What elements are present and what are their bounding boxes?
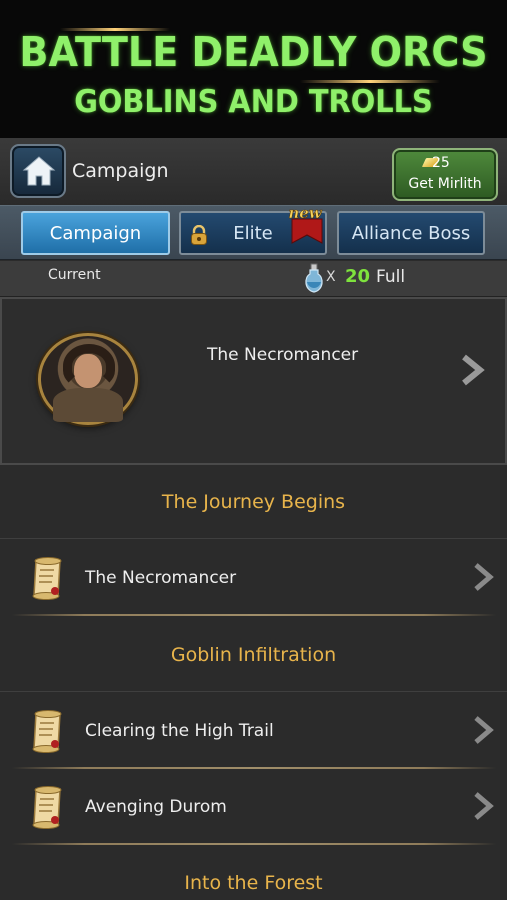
tab-elite-label: Elite bbox=[233, 222, 273, 244]
new-badge: new bbox=[288, 205, 323, 244]
divider bbox=[0, 691, 507, 692]
scroll-icon bbox=[32, 710, 62, 753]
lock-icon bbox=[191, 225, 207, 245]
mission-name: Clearing the High Trail bbox=[85, 721, 274, 741]
new-badge-text: new bbox=[288, 205, 322, 222]
potion-count: 20 bbox=[345, 266, 371, 287]
light-flare bbox=[300, 80, 440, 83]
potion-icon bbox=[305, 263, 323, 293]
home-icon bbox=[22, 156, 56, 186]
scroll-icon bbox=[32, 557, 62, 600]
current-strip: Current X 20 Full bbox=[0, 261, 507, 297]
promo-banner: BATTLE DEADLY ORCS GOBLINS AND TROLLS bbox=[0, 0, 507, 138]
row-divider bbox=[12, 614, 496, 616]
tab-elite[interactable]: Elite new bbox=[179, 205, 327, 255]
mission-name: Avenging Durom bbox=[85, 797, 227, 817]
top-bar: Campaign 25 Get Mirlith bbox=[0, 138, 507, 206]
chevron-right-icon bbox=[462, 354, 485, 386]
tab-campaign[interactable]: Campaign bbox=[21, 211, 170, 255]
chevron-right-icon bbox=[474, 563, 494, 591]
banner-headline: BATTLE DEADLY ORCS bbox=[19, 28, 488, 76]
chevron-right-icon bbox=[474, 716, 494, 744]
mission-row[interactable]: Clearing the High Trail bbox=[0, 694, 507, 770]
row-divider bbox=[12, 843, 496, 845]
current-mission-title: The Necromancer bbox=[207, 345, 359, 365]
tab-alliance-boss-label: Alliance Boss bbox=[351, 222, 471, 244]
scroll-icon bbox=[32, 786, 62, 829]
current-label: Current bbox=[48, 267, 101, 283]
section-header: Into the Forest bbox=[184, 872, 323, 894]
tab-bar: Campaign Elite new Alliance Boss bbox=[0, 205, 507, 260]
portrait-hair bbox=[63, 344, 115, 388]
get-mirlith-label: Get Mirlith bbox=[408, 176, 482, 192]
section-header: Goblin Infiltration bbox=[170, 644, 337, 666]
page-title: Campaign bbox=[72, 160, 169, 182]
section-header: The Journey Begins bbox=[161, 491, 346, 513]
banner-subheadline: GOBLINS AND TROLLS bbox=[74, 84, 433, 120]
divider bbox=[0, 538, 507, 539]
potion-status: Full bbox=[376, 267, 406, 287]
mirlith-count: 25 bbox=[432, 155, 450, 171]
potion-multiplier: X bbox=[326, 269, 336, 285]
mission-row[interactable]: The Necromancer bbox=[0, 541, 507, 617]
mission-row[interactable]: Avenging Durom bbox=[0, 770, 507, 846]
tab-alliance-boss[interactable]: Alliance Boss bbox=[337, 211, 485, 255]
get-mirlith-button[interactable]: 25 Get Mirlith bbox=[392, 148, 498, 201]
hero-portrait bbox=[38, 333, 138, 425]
row-divider bbox=[12, 767, 496, 769]
current-mission-panel[interactable]: The Necromancer bbox=[0, 297, 507, 465]
home-button[interactable] bbox=[10, 144, 66, 198]
chevron-right-icon bbox=[474, 792, 494, 820]
portrait-armor bbox=[53, 388, 123, 422]
tab-campaign-label: Campaign bbox=[49, 222, 142, 244]
mission-name: The Necromancer bbox=[85, 568, 237, 588]
